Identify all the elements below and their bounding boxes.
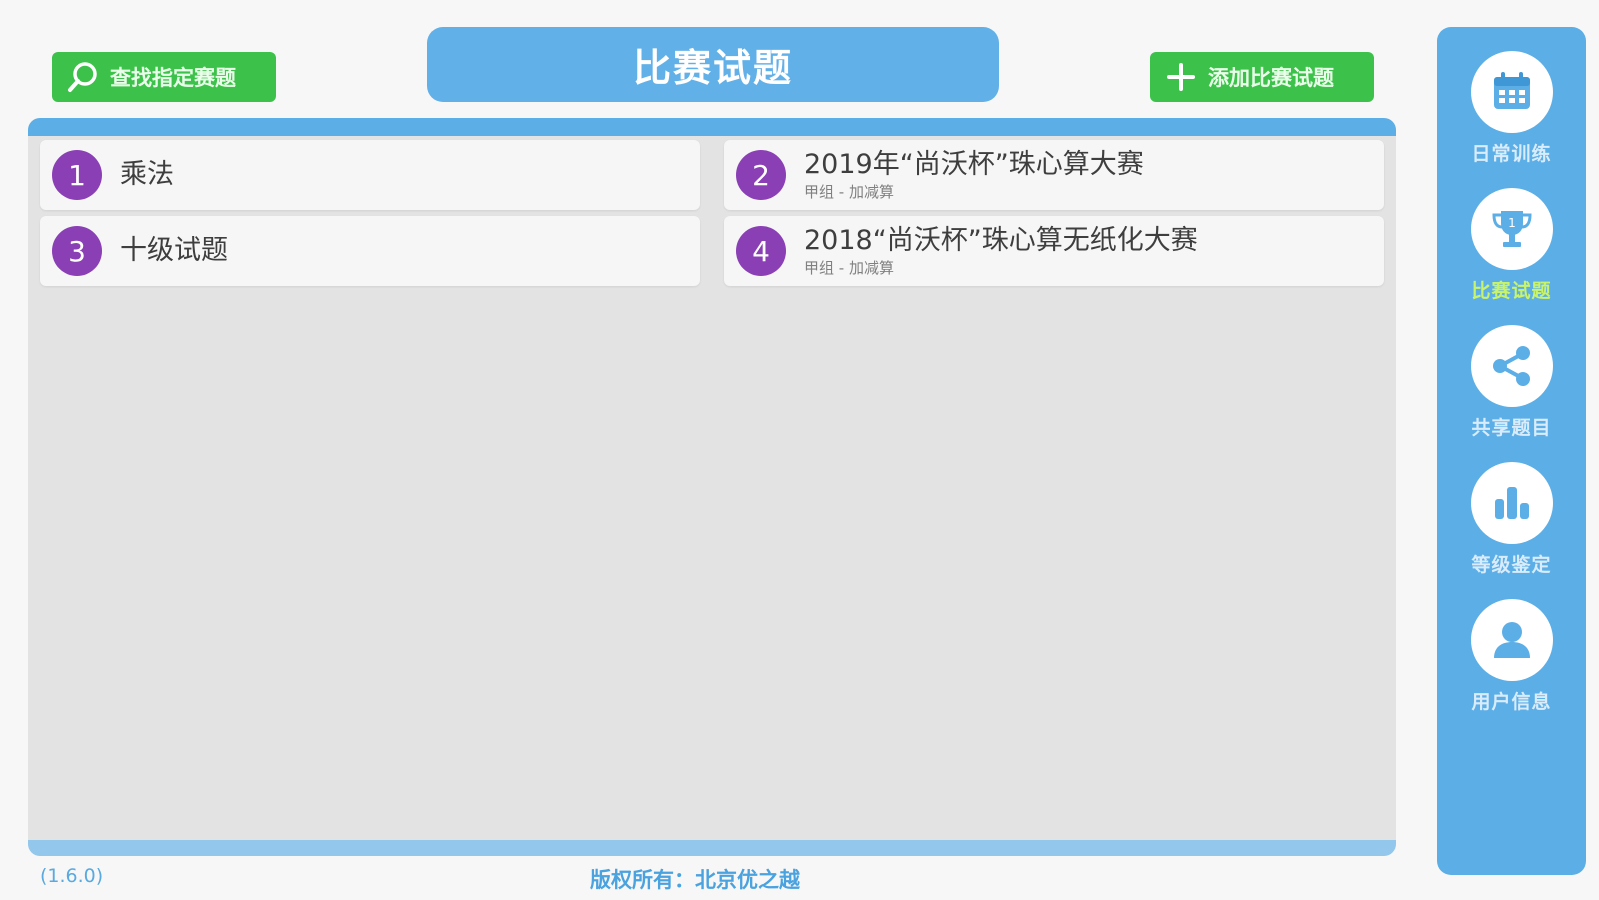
trophy-icon: 1 (1491, 211, 1532, 247)
contest-list-panel: 1 乘法 2 2019年“尚沃杯”珠心算大赛 甲组 - 加减算 3 十级试题 4… (28, 118, 1396, 856)
item-number-badge: 2 (736, 150, 786, 200)
item-title: 乘法 (120, 159, 174, 190)
copyright-label: 版权所有：北京优之越 (590, 868, 800, 892)
sidebar-item-label: 比赛试题 (1471, 280, 1552, 302)
item-text: 十级试题 (120, 235, 228, 267)
item-text: 2019年“尚沃杯”珠心算大赛 甲组 - 加减算 (804, 149, 1144, 201)
list-item[interactable]: 2 2019年“尚沃杯”珠心算大赛 甲组 - 加减算 (724, 140, 1384, 210)
page-title: 比赛试题 (427, 27, 999, 102)
share-icon (1492, 346, 1530, 386)
item-text: 2018“尚沃杯”珠心算无纸化大赛 甲组 - 加减算 (804, 225, 1198, 277)
bar-chart-icon (1494, 487, 1529, 519)
app-screen: 查找指定赛题 比赛试题 添加比赛试题 1 乘法 2 2019年“尚沃杯”珠心算大… (0, 0, 1599, 900)
search-button-label: 查找指定赛题 (110, 66, 236, 90)
sidebar-item-label: 日常训练 (1471, 143, 1552, 165)
version-label: (1.6.0) (40, 865, 104, 887)
list-item[interactable]: 1 乘法 (40, 140, 700, 210)
sidebar-nav: 日常训练 1 比赛试题 共享题目 等级鉴定 用户信息 (1437, 27, 1586, 875)
list-item[interactable]: 4 2018“尚沃杯”珠心算无纸化大赛 甲组 - 加减算 (724, 216, 1384, 286)
calendar-icon (1493, 72, 1530, 109)
list-item[interactable]: 3 十级试题 (40, 216, 700, 286)
item-text: 乘法 (120, 159, 174, 191)
sidebar-item-level-assessment[interactable]: 等级鉴定 (1437, 462, 1586, 577)
sidebar-item-daily-training[interactable]: 日常训练 (1437, 51, 1586, 166)
sidebar-item-user-info[interactable]: 用户信息 (1437, 599, 1586, 714)
item-subtitle: 甲组 - 加减算 (804, 183, 894, 201)
nav-icon-circle: 1 (1470, 188, 1553, 270)
sidebar-item-contest-questions[interactable]: 1 比赛试题 (1437, 188, 1586, 303)
item-title: 十级试题 (120, 235, 228, 266)
nav-icon-circle (1470, 325, 1553, 407)
item-number-badge: 4 (736, 226, 786, 276)
nav-icon-circle (1470, 462, 1553, 544)
add-button-label: 添加比赛试题 (1208, 66, 1334, 90)
search-contest-button[interactable]: 查找指定赛题 (52, 52, 276, 102)
page-title-text: 比赛试题 (632, 46, 793, 90)
item-number-badge: 1 (52, 150, 102, 200)
user-icon (1493, 622, 1530, 658)
sidebar-item-label: 等级鉴定 (1471, 554, 1552, 576)
sidebar-item-label: 共享题目 (1471, 417, 1552, 439)
contest-list: 1 乘法 2 2019年“尚沃杯”珠心算大赛 甲组 - 加减算 3 十级试题 4… (40, 140, 1384, 286)
search-icon (68, 62, 97, 92)
nav-icon-circle (1470, 599, 1553, 681)
item-title: 2018“尚沃杯”珠心算无纸化大赛 (804, 225, 1198, 256)
nav-icon-circle (1470, 51, 1553, 133)
sidebar-item-label: 用户信息 (1471, 691, 1552, 713)
add-contest-button[interactable]: 添加比赛试题 (1150, 52, 1374, 102)
item-number-badge: 3 (52, 226, 102, 276)
plus-icon (1167, 63, 1195, 91)
sidebar-item-shared-questions[interactable]: 共享题目 (1437, 325, 1586, 440)
item-subtitle: 甲组 - 加减算 (804, 259, 894, 277)
item-title: 2019年“尚沃杯”珠心算大赛 (804, 149, 1144, 180)
svg-text:1: 1 (1508, 216, 1516, 230)
